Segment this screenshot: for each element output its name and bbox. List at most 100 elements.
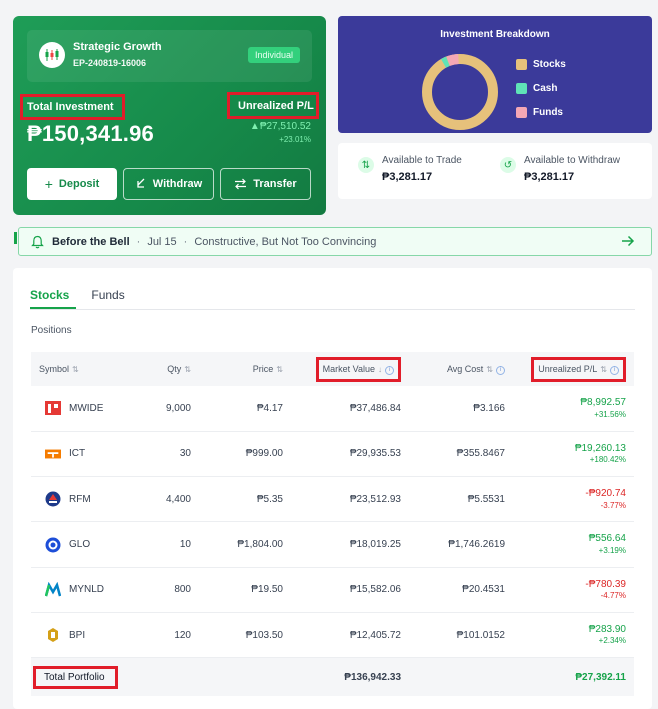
symbol-text: BPI	[69, 629, 86, 641]
col-qty[interactable]: Qty ⇅	[129, 352, 199, 386]
withdraw-button[interactable]: Withdraw	[123, 168, 214, 200]
price-cell: ₱999.00	[245, 448, 283, 460]
account-header[interactable]: Strategic Growth EP-240819-16006 Individ…	[27, 30, 312, 82]
account-id: EP-240819-16006	[73, 58, 147, 68]
tab-divider	[30, 309, 635, 310]
account-card: Strategic Growth EP-240819-16006 Individ…	[13, 16, 326, 215]
market-value-cell: ₱29,935.53	[349, 448, 401, 460]
news-title: Before the Bell	[52, 235, 130, 248]
triangle-up-icon: ▲	[249, 121, 260, 132]
unrealized-pl-highlight: Unrealized P/L ⇅ i	[531, 356, 626, 382]
withdraw-cycle-icon: ↺	[500, 157, 516, 173]
total-portfolio-row: Total Portfolio ₱136,942.33 ₱27,392.11	[31, 657, 634, 696]
legend-label: Cash	[533, 83, 558, 94]
market-value-cell: ₱23,512.93	[349, 493, 401, 505]
legend-cash: Cash	[516, 83, 557, 94]
legend-label: Stocks	[533, 59, 566, 70]
pl-amount: ₱8,992.57	[580, 397, 626, 409]
pl-percent: +31.56%	[594, 409, 626, 419]
transfer-arrows-icon	[235, 178, 247, 190]
news-banner[interactable]: Before the Bell · Jul 15 · Constructive,…	[14, 227, 652, 256]
price-cell: ₱4.17	[256, 402, 283, 414]
market-value-cell: ₱15,582.06	[349, 584, 401, 596]
positions-table: Symbol ⇅ Qty ⇅ Price ⇅ Market Value ↓ i Avg C…	[31, 352, 634, 696]
table-row[interactable]: ICT 30 ₱999.00 ₱29,935.53 ₱355.8467 ₱19,…	[31, 431, 634, 477]
info-icon[interactable]: i	[385, 365, 394, 375]
account-type-badge: Individual	[247, 47, 300, 63]
pl-percent: +180.42%	[589, 455, 626, 465]
legend-label: Funds	[533, 107, 563, 118]
symbol-text: GLO	[69, 539, 91, 551]
legend-funds: Funds	[516, 107, 563, 118]
info-icon[interactable]: i	[496, 365, 505, 375]
positions-label: Positions	[31, 325, 72, 336]
pl-cell: ₱19,260.13 +180.42%	[513, 431, 634, 476]
tab-active-indicator	[30, 307, 76, 309]
col-symbol[interactable]: Symbol ⇅	[31, 352, 129, 386]
col-price[interactable]: Price ⇅	[199, 352, 291, 386]
tab-funds[interactable]: Funds	[91, 288, 124, 310]
empty-cell	[409, 658, 513, 696]
transfer-label: Transfer	[253, 178, 297, 190]
col-market-value[interactable]: Market Value ↓ i	[291, 352, 409, 386]
col-symbol-label: Symbol	[39, 364, 70, 374]
pl-amount: ₱556.64	[588, 533, 626, 545]
arrow-right-icon[interactable]	[621, 234, 635, 248]
available-trade-label: Available to Trade	[382, 155, 462, 166]
pl-cell: ₱8,992.57 +31.56%	[513, 386, 634, 431]
pl-cell: -₱780.39 -4.77%	[513, 567, 634, 612]
available-balances-card: ⇅ Available to Trade ₱3,281.17 ↺ Availab…	[338, 143, 652, 199]
table-row[interactable]: GLO 10 ₱1,804.00 ₱18,019.25 ₱1,746.2619 …	[31, 522, 634, 568]
table-row[interactable]: RFM 4,400 ₱5.35 ₱23,512.93 ₱5.5531 -₱920…	[31, 477, 634, 522]
sort-icon: ⇅	[486, 364, 493, 374]
col-unrealized-pl[interactable]: Unrealized P/L ⇅ i	[513, 352, 634, 386]
table-row[interactable]: BPI 120 ₱103.50 ₱12,405.72 ₱101.0152 ₱28…	[31, 612, 634, 658]
total-investment-label: Total Investment	[20, 94, 125, 120]
sort-icon: ⇅	[600, 364, 607, 374]
col-unrealized-label: Unrealized P/L	[538, 363, 598, 374]
price-cell: ₱103.50	[245, 629, 283, 641]
col-avg-cost[interactable]: Avg Cost ⇅ i	[409, 352, 513, 386]
total-portfolio-label: Total Portfolio	[33, 665, 118, 689]
info-icon[interactable]: i	[610, 365, 619, 375]
total-market-value: ₱136,942.33	[344, 671, 401, 683]
table-row[interactable]: MWIDE 9,000 ₱4.17 ₱37,486.84 ₱3.166 ₱8,9…	[31, 386, 634, 432]
pl-percent: +3.19%	[598, 545, 626, 555]
symbol-text: MYNLD	[69, 584, 105, 596]
news-date: Jul 15	[147, 235, 177, 248]
available-withdraw-label: Available to Withdraw	[524, 155, 620, 166]
bell-icon	[31, 235, 44, 249]
price-cell: ₱1,804.00	[237, 539, 283, 551]
pl-amount: -₱920.74	[585, 488, 626, 500]
empty-cell	[199, 658, 291, 696]
unrealized-pl-label: Unrealized P/L	[227, 92, 319, 119]
price-cell: ₱5.35	[256, 493, 283, 505]
pl-cell: ₱556.64 +3.19%	[513, 522, 634, 567]
avg-cost-cell: ₱5.5531	[467, 493, 505, 505]
mynld-logo-icon	[45, 581, 61, 598]
table-header-row: Symbol ⇅ Qty ⇅ Price ⇅ Market Value ↓ i Avg C…	[31, 352, 634, 386]
deposit-button[interactable]: + Deposit	[27, 168, 117, 200]
breakdown-donut	[422, 54, 498, 130]
price-cell: ₱19.50	[251, 584, 283, 596]
available-trade-value: ₱3,281.17	[382, 171, 433, 183]
transfer-button[interactable]: Transfer	[220, 168, 311, 200]
symbol-text: RFM	[69, 493, 91, 505]
qty-cell: 30	[179, 448, 191, 460]
ict-logo-icon	[45, 446, 61, 462]
unrealized-pl-value: ▲₱27,510.52	[250, 121, 311, 132]
account-chart-icon	[39, 42, 65, 68]
legend-swatch	[516, 83, 527, 94]
available-withdraw-value: ₱3,281.17	[524, 171, 575, 183]
market-value-cell: ₱12,405.72	[349, 629, 401, 641]
glo-logo-icon	[45, 537, 61, 553]
total-unrealized-pl: ₱27,392.11	[575, 671, 626, 683]
empty-cell	[129, 658, 199, 696]
news-separator: ·	[136, 235, 141, 248]
qty-cell: 120	[174, 629, 191, 641]
withdraw-label: Withdraw	[152, 178, 203, 190]
sort-icon: ⇅	[72, 365, 79, 374]
table-row[interactable]: MYNLD 800 ₱19.50 ₱15,582.06 ₱20.4531 -₱7…	[31, 567, 634, 613]
pl-percent: -4.77%	[600, 591, 626, 601]
plus-icon: +	[44, 176, 53, 192]
